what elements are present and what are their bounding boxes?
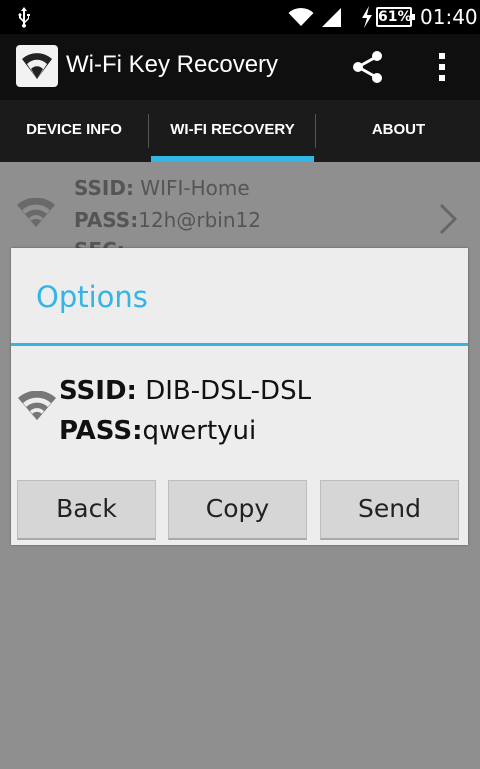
app-title: Wi-Fi Key Recovery	[66, 51, 279, 78]
usb-icon	[18, 7, 30, 28]
more-options-icon[interactable]	[434, 51, 450, 83]
dialog-ssid: SSID: DIB-DSL-DSL	[59, 376, 311, 406]
dialog-title: Options	[36, 280, 148, 314]
ssid-text: SSID: WIFI-Home	[74, 176, 250, 200]
action-bar: Wi-Fi Key Recovery	[0, 34, 480, 100]
pass-value: 12h@rbin12	[138, 208, 261, 232]
chevron-right-icon	[439, 203, 458, 235]
list-item[interactable]: SSID: WIFI-Home PASS:12h@rbin12 SEC:	[0, 162, 480, 262]
ssid-label: SSID:	[59, 376, 137, 406]
ssid-value: WIFI-Home	[133, 176, 250, 200]
tab-about[interactable]: ABOUT	[317, 100, 480, 162]
tab-divider	[315, 114, 316, 148]
tab-bar: DEVICE INFO WI-FI RECOVERY ABOUT	[0, 100, 480, 162]
tab-device-info[interactable]: DEVICE INFO	[0, 100, 148, 162]
tab-wifi-recovery[interactable]: WI-FI RECOVERY	[150, 100, 315, 162]
pass-label: PASS:	[59, 416, 143, 446]
copy-button[interactable]: Copy	[168, 480, 307, 540]
ssid-label: SSID:	[74, 176, 134, 200]
wifi-icon	[288, 7, 314, 26]
tab-divider	[148, 114, 149, 148]
pass-value: qwertyui	[142, 416, 257, 446]
ssid-value: DIB-DSL-DSL	[136, 376, 312, 406]
back-button[interactable]: Back	[17, 480, 156, 540]
options-dialog: Options SSID: DIB-DSL-DSL PASS:qwertyui …	[11, 248, 468, 545]
dialog-password: PASS:qwertyui	[59, 416, 256, 446]
share-icon[interactable]	[350, 50, 386, 84]
wifi-logo-icon	[22, 53, 52, 79]
signal-icon	[322, 8, 341, 27]
charging-icon	[362, 6, 372, 28]
password-text: PASS:12h@rbin12	[74, 208, 261, 232]
battery-indicator: 61%	[376, 7, 415, 27]
wifi-icon	[17, 198, 55, 227]
pass-label: PASS:	[74, 208, 139, 232]
clock: 01:40	[420, 5, 478, 29]
dialog-title-divider	[11, 343, 468, 346]
send-button[interactable]: Send	[320, 480, 459, 540]
status-bar: 61% 01:40	[0, 0, 480, 34]
app-icon[interactable]	[16, 45, 58, 87]
wifi-icon	[18, 391, 56, 420]
